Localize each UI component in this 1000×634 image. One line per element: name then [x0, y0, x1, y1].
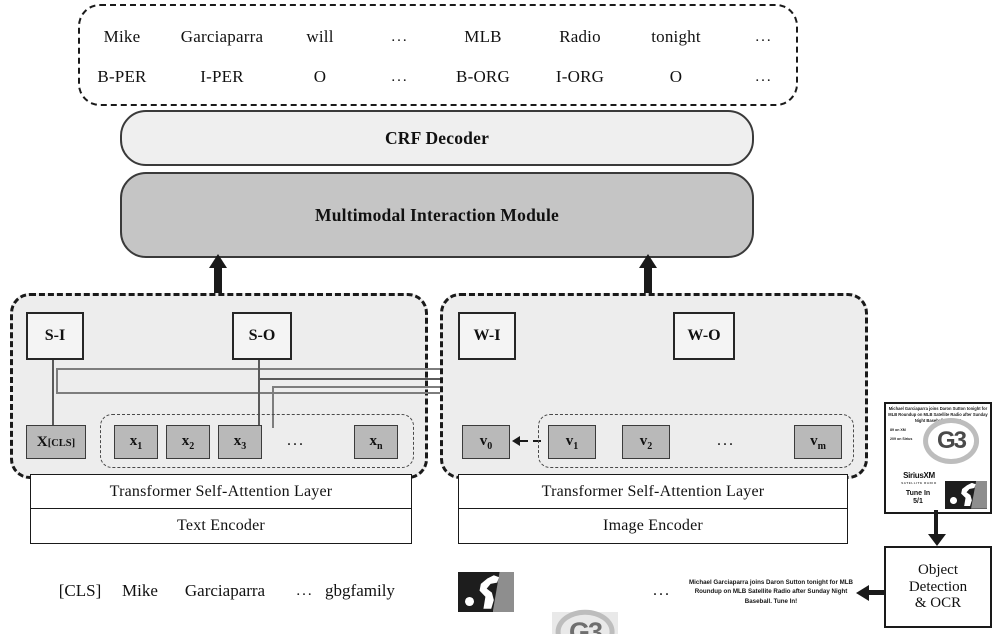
text-encoder-row: Text Encoder	[31, 509, 411, 542]
image-region-row: v1 v2... vm	[538, 414, 852, 466]
g3-logo-icon: G3	[552, 612, 618, 634]
raw-text-token: gbgfamily	[325, 581, 395, 600]
image-encoder-stack: Transformer Self-Attention Layer Image E…	[458, 474, 848, 544]
image-global-token-label: v0	[479, 432, 493, 452]
output-label: I-ORG	[555, 67, 605, 86]
text-gate-out-box[interactable]: S-O	[232, 312, 292, 360]
text-encoder-stack: Transformer Self-Attention Layer Text En…	[30, 474, 412, 544]
ocr-text-crop: Michael Garciaparra joins Daron Sutton t…	[689, 579, 853, 605]
source-image-channel-sirius: 209 on Sirius	[890, 437, 913, 441]
text-token-ellipsis: ...	[287, 432, 305, 449]
tagged-output-box: Mike Garciaparra will... MLB Radio tonight...…	[78, 4, 798, 106]
source-image-mlb-icon	[945, 480, 987, 509]
cls-token-label: X[CLS]	[36, 433, 76, 450]
siriusxm-brand-sub: SATELLITE RADIO	[901, 480, 937, 485]
source-image-thumbnail: Michael Garciaparra joins Daron Sutton t…	[884, 402, 992, 514]
image-gate-in-label: W-I	[473, 327, 501, 344]
raw-text-token: Garciaparra	[184, 581, 266, 600]
output-label: O	[313, 67, 327, 86]
output-word: Garciaparra	[180, 27, 264, 46]
image-attention-layer-label: Transformer Self-Attention Layer	[541, 482, 765, 500]
image-global-token-box[interactable]: v0	[462, 425, 510, 459]
text-token-label: x3	[233, 432, 247, 452]
mlb-logo-icon	[458, 572, 514, 612]
crf-decoder-label: CRF Decoder	[384, 127, 490, 148]
image-encoder-row: Image Encoder	[459, 509, 847, 542]
output-word: Mike	[103, 27, 141, 46]
raw-image-input-row: G3 ... Michael Garciaparra joins Daron S…	[452, 570, 862, 634]
source-image-channel-xm: 89 on XM	[890, 428, 906, 432]
source-image-top-half: Michael Garciaparra joins Daron Sutton t…	[886, 404, 990, 469]
output-word: ...	[391, 28, 409, 45]
crf-decoder-module[interactable]: CRF Decoder	[120, 110, 754, 166]
output-label: I-PER	[200, 67, 244, 86]
text-token-box[interactable]: x2	[166, 425, 210, 459]
object-detection-ocr-label: Object Detection & OCR	[908, 561, 968, 612]
text-token-box[interactable]: x3	[218, 425, 262, 459]
text-gate-in-label: S-I	[44, 327, 66, 344]
text-attention-layer: Transformer Self-Attention Layer	[31, 475, 411, 509]
text-token-box[interactable]: x1	[114, 425, 158, 459]
text-token-label: xn	[369, 432, 383, 452]
image-gate-in-box[interactable]: W-I	[458, 312, 516, 360]
output-word-row: Mike Garciaparra will... MLB Radio tonight...	[80, 20, 796, 54]
siriusxm-brand-text: SiriusXM	[903, 470, 935, 480]
multimodal-module-label: Multimodal Interaction Module	[315, 204, 559, 225]
output-label: O	[669, 67, 683, 86]
text-attention-layer-label: Transformer Self-Attention Layer	[109, 482, 333, 500]
image-encoder-label: Image Encoder	[603, 516, 703, 534]
image-region-token-box[interactable]: v2	[622, 425, 670, 459]
image-region-token-box[interactable]: v1	[548, 425, 596, 459]
output-label: B-PER	[97, 67, 147, 86]
image-region-token-ellipsis: ...	[717, 432, 735, 449]
output-word: Radio	[559, 27, 601, 46]
figure-canvas: Mike Garciaparra will... MLB Radio tonight...…	[0, 0, 1000, 634]
image-row-ellipsis: ...	[653, 582, 671, 599]
text-encoder-label: Text Encoder	[177, 516, 265, 534]
image-gate-out-box[interactable]: W-O	[673, 312, 735, 360]
text-token-box[interactable]: xn	[354, 425, 398, 459]
output-label: ...	[755, 68, 773, 85]
image-region-token-label: vm	[810, 432, 826, 452]
text-token-label: x1	[129, 432, 143, 452]
text-gate-in-box[interactable]: S-I	[26, 312, 84, 360]
source-image-bottom-half: SiriusXM SATELLITE RADIO Tune In 5/1	[886, 466, 990, 512]
image-attention-layer: Transformer Self-Attention Layer	[459, 475, 847, 509]
image-gate-out-label: W-O	[687, 327, 721, 344]
output-label-row: B-PER I-PER O... B-ORG I-ORG O...	[80, 60, 796, 94]
output-word: MLB	[464, 27, 502, 46]
text-token-row: x1 x2 x3... xn	[100, 414, 412, 466]
object-detection-ocr-box[interactable]: Object Detection & OCR	[884, 546, 992, 628]
tune-in-text: Tune In 5/1	[905, 489, 931, 506]
source-image-g3-icon: G3	[920, 420, 982, 462]
image-region-token-box[interactable]: vm	[794, 425, 842, 459]
image-region-token-label: v1	[565, 432, 579, 452]
multimodal-interaction-module[interactable]: Multimodal Interaction Module	[120, 172, 754, 258]
output-word: tonight	[651, 27, 701, 46]
output-label: B-ORG	[456, 67, 510, 86]
output-word: ...	[755, 28, 773, 45]
cls-token-box[interactable]: X[CLS]	[26, 425, 86, 459]
raw-text-token: Mike	[122, 581, 158, 600]
g3-logo-text: G3	[568, 616, 603, 634]
text-gate-out-label: S-O	[248, 327, 276, 344]
image-region-token-label: v2	[639, 432, 653, 452]
output-label: ...	[391, 68, 409, 85]
text-token-label: x2	[181, 432, 195, 452]
raw-text-input-row: [CLS] Mike Garciaparra... gbgfamily	[10, 576, 422, 606]
output-word: will	[306, 27, 334, 46]
